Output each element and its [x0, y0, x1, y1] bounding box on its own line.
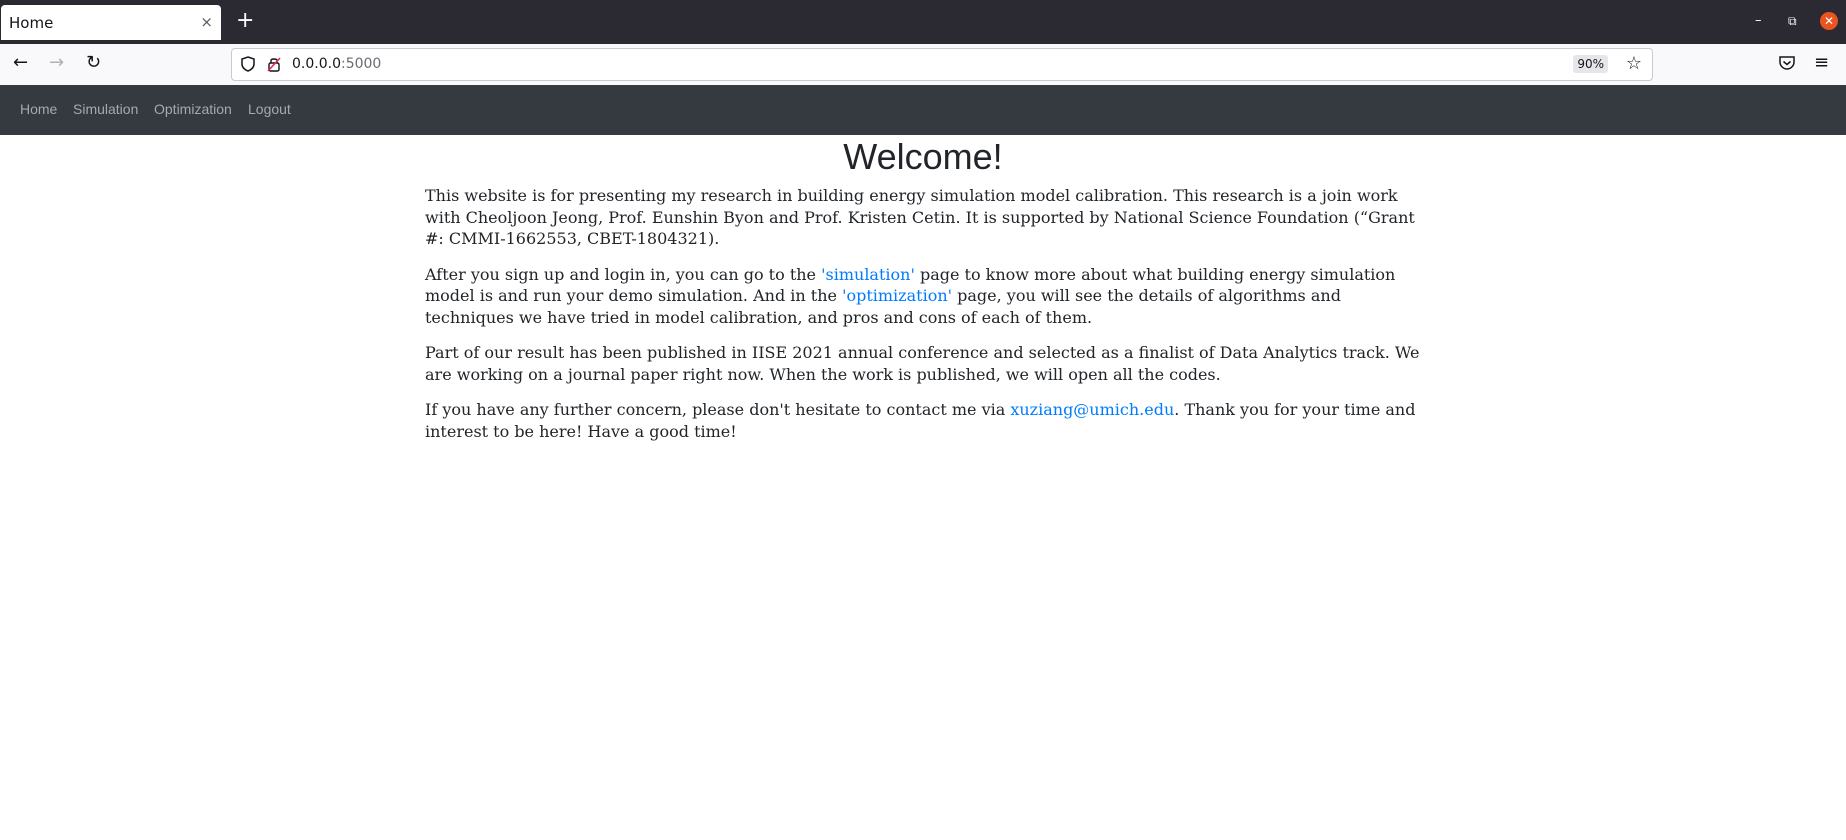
nav-simulation[interactable]: Simulation [73, 101, 138, 117]
tab-close-icon[interactable]: × [200, 13, 213, 31]
restore-icon[interactable]: ⧉ [1788, 14, 1797, 29]
contact-paragraph: If you have any further concern, please … [425, 399, 1420, 442]
simulation-link[interactable]: 'simulation' [821, 265, 915, 284]
intro-paragraph: This website is for presenting my resear… [425, 186, 1415, 248]
publication-paragraph: Part of our result has been published in… [425, 343, 1420, 384]
new-tab-button[interactable]: + [236, 10, 254, 32]
back-icon[interactable]: ← [13, 53, 28, 73]
reload-icon[interactable]: ↻ [86, 53, 101, 73]
url-host: 0.0.0.0 [292, 56, 341, 72]
browser-toolbar: ← → ↻ 0.0.0.0:5000 90% ☆ ≡ [0, 44, 1846, 86]
paragraph-text: After you sign up and login in, you can … [425, 264, 822, 284]
hamburger-menu-icon[interactable]: ≡ [1814, 52, 1829, 73]
nav-home[interactable]: Home [20, 101, 57, 117]
nav-optimization[interactable]: Optimization [154, 101, 232, 117]
forward-icon[interactable]: → [49, 53, 64, 73]
url-text[interactable]: 0.0.0.0:5000 [292, 56, 381, 72]
window-close-icon[interactable]: ✕ [1820, 12, 1838, 30]
insecure-lock-icon[interactable] [267, 56, 281, 72]
pocket-icon[interactable] [1778, 54, 1796, 72]
url-port: :5000 [340, 56, 382, 72]
tab-title: Home [9, 14, 54, 32]
zoom-level-button[interactable]: 90% [1573, 55, 1608, 73]
nav-logout[interactable]: Logout [248, 101, 291, 117]
optimization-link[interactable]: 'optimization' [842, 286, 952, 305]
site-navbar: Home Simulation Optimization Logout [0, 85, 1846, 135]
page-title: Welcome! [843, 136, 1003, 177]
browser-tab-strip: Home × + – ⧉ ✕ [0, 0, 1846, 44]
paragraph-text: If you have any further concern, please … [425, 400, 1011, 419]
main-content: This website is for presenting my resear… [425, 185, 1420, 456]
navigation-paragraph: After you sign up and login in, you can … [425, 264, 1420, 329]
email-link[interactable]: xuziang@umich.edu [1010, 400, 1174, 419]
minimize-icon[interactable]: – [1755, 13, 1762, 28]
bookmark-star-icon[interactable]: ☆ [1626, 53, 1642, 74]
address-bar[interactable]: 0.0.0.0:5000 90% ☆ [231, 48, 1653, 81]
browser-tab[interactable]: Home × [1, 5, 221, 40]
shield-icon[interactable] [241, 56, 255, 72]
